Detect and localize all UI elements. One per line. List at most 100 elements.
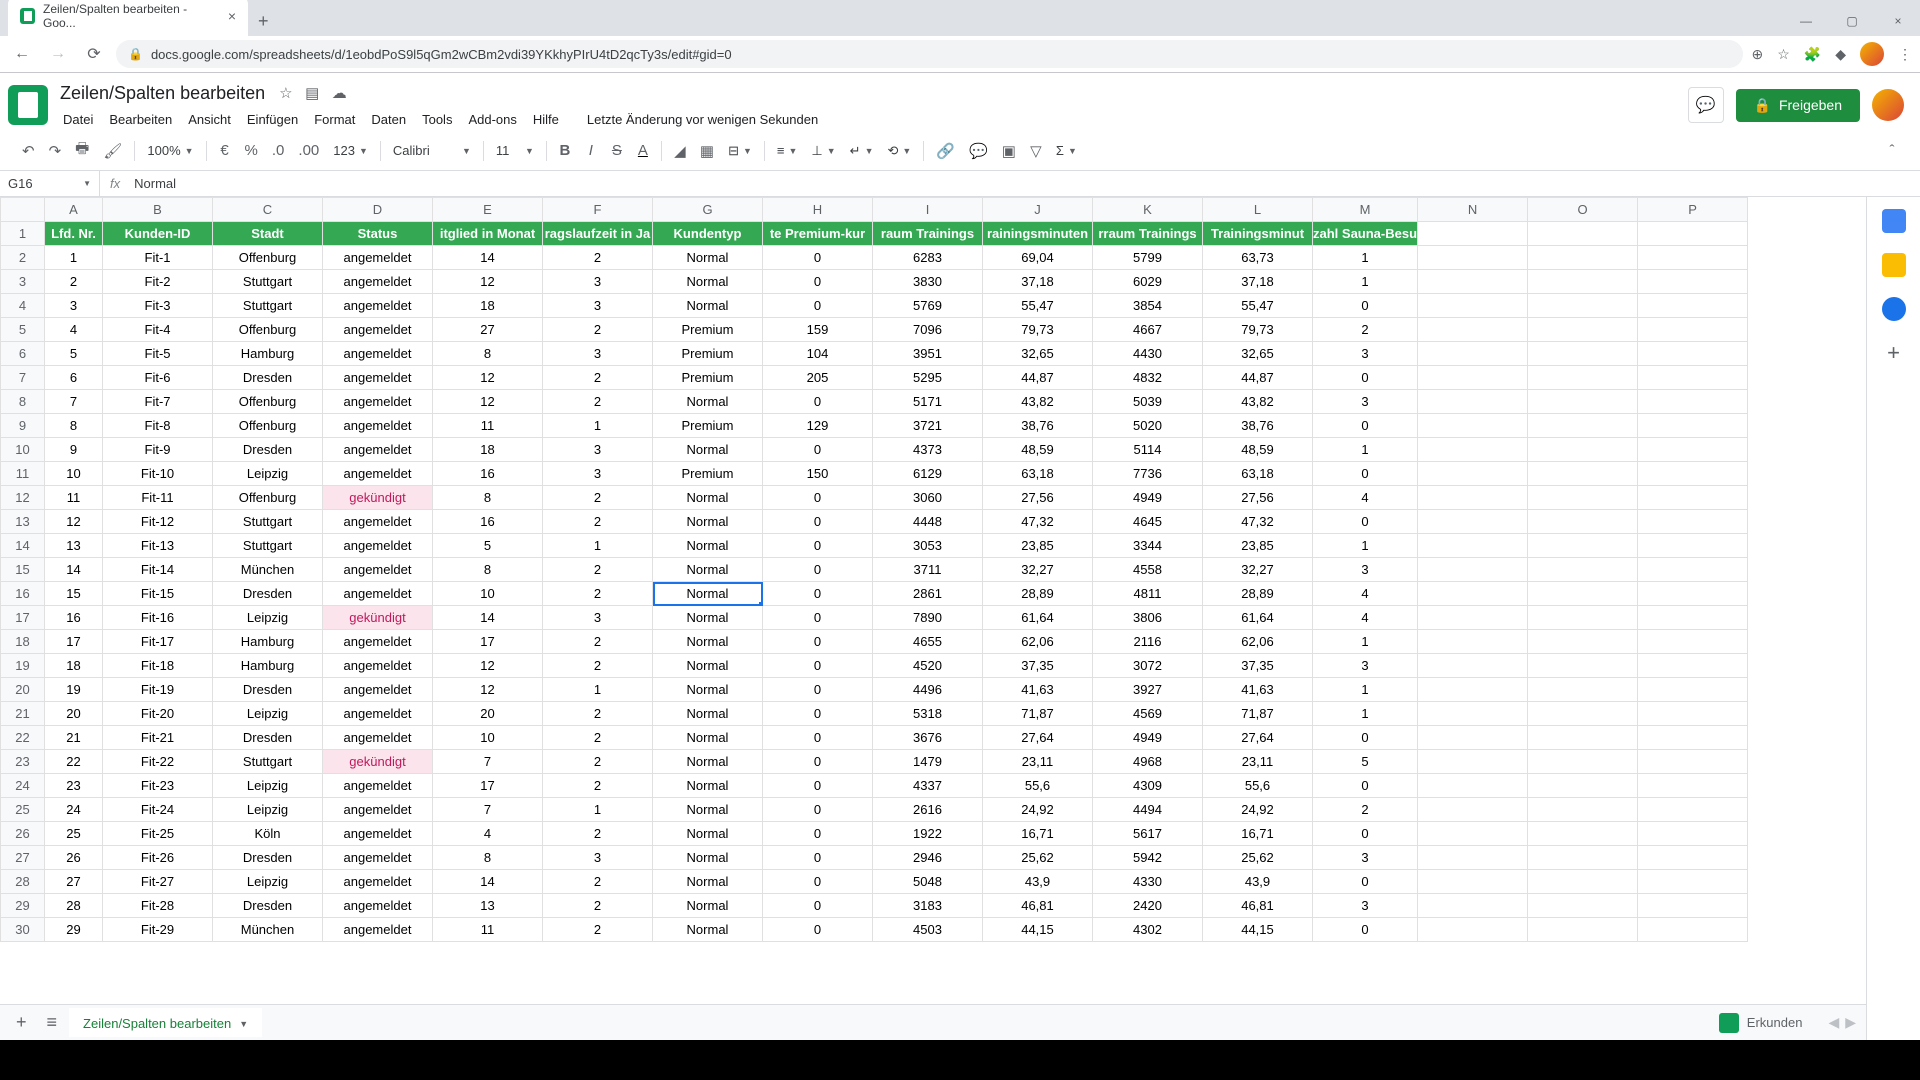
cell[interactable]: 2 xyxy=(543,510,653,534)
cell[interactable] xyxy=(1638,798,1748,822)
cell[interactable]: 4309 xyxy=(1093,774,1203,798)
cell[interactable]: 2 xyxy=(543,726,653,750)
cell[interactable]: 0 xyxy=(763,510,873,534)
cell[interactable] xyxy=(1418,438,1528,462)
cell[interactable]: 7 xyxy=(433,798,543,822)
italic-button[interactable]: I xyxy=(579,138,603,163)
cell[interactable]: 5 xyxy=(45,342,103,366)
cell[interactable]: 19 xyxy=(45,678,103,702)
cell[interactable]: 12 xyxy=(433,390,543,414)
cell[interactable]: 23,85 xyxy=(1203,534,1313,558)
cell[interactable]: 20 xyxy=(433,702,543,726)
cell[interactable]: angemeldet xyxy=(323,846,433,870)
cell[interactable] xyxy=(1638,846,1748,870)
cell[interactable]: 5048 xyxy=(873,870,983,894)
formula-input[interactable]: Normal xyxy=(130,174,1920,193)
cell[interactable]: 5942 xyxy=(1093,846,1203,870)
cell[interactable]: 9 xyxy=(45,438,103,462)
cell[interactable]: 2420 xyxy=(1093,894,1203,918)
cell[interactable]: 3060 xyxy=(873,486,983,510)
cell[interactable]: 3806 xyxy=(1093,606,1203,630)
menu-view[interactable]: Ansicht xyxy=(181,108,238,131)
cell[interactable]: 3 xyxy=(1313,846,1418,870)
cell[interactable]: 3 xyxy=(1313,342,1418,366)
close-icon[interactable]: × xyxy=(228,8,236,24)
cell[interactable]: 11 xyxy=(45,486,103,510)
cell[interactable]: 7 xyxy=(433,750,543,774)
cell[interactable] xyxy=(1528,558,1638,582)
font-select[interactable]: Calibri▼ xyxy=(387,141,477,160)
row-header[interactable]: 8 xyxy=(1,390,45,414)
cell[interactable]: 0 xyxy=(763,654,873,678)
column-header-cell[interactable]: Trainingsminut xyxy=(1203,222,1313,246)
row-header[interactable]: 18 xyxy=(1,630,45,654)
cell[interactable]: Hamburg xyxy=(213,630,323,654)
cell[interactable] xyxy=(1638,462,1748,486)
cell[interactable]: 55,6 xyxy=(983,774,1093,798)
cell[interactable]: 0 xyxy=(1313,366,1418,390)
cell[interactable]: 8 xyxy=(433,846,543,870)
cell[interactable]: 3721 xyxy=(873,414,983,438)
cell[interactable]: Normal xyxy=(653,822,763,846)
cell[interactable]: Fit-29 xyxy=(103,918,213,942)
cell[interactable]: 1 xyxy=(1313,702,1418,726)
cell[interactable] xyxy=(1418,318,1528,342)
cell[interactable]: Fit-16 xyxy=(103,606,213,630)
cell[interactable]: 1 xyxy=(543,798,653,822)
cell[interactable]: 0 xyxy=(763,270,873,294)
cell[interactable]: 23,11 xyxy=(1203,750,1313,774)
cell[interactable]: 3 xyxy=(1313,390,1418,414)
cell[interactable] xyxy=(1418,678,1528,702)
cell[interactable]: 69,04 xyxy=(983,246,1093,270)
cell[interactable]: angemeldet xyxy=(323,726,433,750)
cell[interactable]: 0 xyxy=(763,246,873,270)
cell[interactable]: 5617 xyxy=(1093,822,1203,846)
cell[interactable]: 5039 xyxy=(1093,390,1203,414)
cell[interactable]: 41,63 xyxy=(1203,678,1313,702)
cell[interactable]: 17 xyxy=(433,774,543,798)
extension2-icon[interactable]: ◆ xyxy=(1835,46,1846,63)
cell[interactable]: 4558 xyxy=(1093,558,1203,582)
menu-edit[interactable]: Bearbeiten xyxy=(102,108,179,131)
cell[interactable]: 2 xyxy=(1313,318,1418,342)
cell[interactable]: 3 xyxy=(1313,558,1418,582)
col-header[interactable]: J xyxy=(983,198,1093,222)
cell[interactable] xyxy=(1528,342,1638,366)
cell[interactable]: 1922 xyxy=(873,822,983,846)
cell[interactable]: Stuttgart xyxy=(213,270,323,294)
cell[interactable]: 4430 xyxy=(1093,342,1203,366)
cell[interactable]: 4667 xyxy=(1093,318,1203,342)
cell[interactable]: 61,64 xyxy=(983,606,1093,630)
cell[interactable]: 2861 xyxy=(873,582,983,606)
cell[interactable]: 1 xyxy=(1313,534,1418,558)
cell[interactable]: angemeldet xyxy=(323,822,433,846)
functions-button[interactable]: Σ▼ xyxy=(1050,141,1083,160)
menu-data[interactable]: Daten xyxy=(364,108,413,131)
cell[interactable]: angemeldet xyxy=(323,798,433,822)
more-formats-button[interactable]: 123▼ xyxy=(327,141,374,160)
cell[interactable]: 3711 xyxy=(873,558,983,582)
cell[interactable]: Fit-2 xyxy=(103,270,213,294)
borders-button[interactable]: ▦ xyxy=(694,138,720,164)
cell[interactable] xyxy=(1528,390,1638,414)
cell[interactable]: 55,47 xyxy=(983,294,1093,318)
cell[interactable]: 14 xyxy=(433,606,543,630)
cell[interactable]: 27 xyxy=(433,318,543,342)
cell[interactable]: 8 xyxy=(433,558,543,582)
sheet-prev-icon[interactable]: ◀ xyxy=(1826,1012,1841,1033)
name-box[interactable]: G16 ▼ xyxy=(0,171,100,196)
cell[interactable]: 14 xyxy=(433,246,543,270)
cell[interactable]: Köln xyxy=(213,822,323,846)
cell[interactable]: Normal xyxy=(653,750,763,774)
cell[interactable] xyxy=(1418,726,1528,750)
cell[interactable]: Normal xyxy=(653,510,763,534)
cell[interactable] xyxy=(1418,846,1528,870)
cell[interactable]: 32,65 xyxy=(983,342,1093,366)
cell[interactable]: 2 xyxy=(543,702,653,726)
col-header[interactable]: B xyxy=(103,198,213,222)
cell[interactable] xyxy=(1638,486,1748,510)
cell[interactable]: 27,64 xyxy=(1203,726,1313,750)
cell[interactable]: 0 xyxy=(763,846,873,870)
column-header-cell[interactable]: raum Trainings xyxy=(873,222,983,246)
font-size-select[interactable]: 11▼ xyxy=(490,141,540,160)
